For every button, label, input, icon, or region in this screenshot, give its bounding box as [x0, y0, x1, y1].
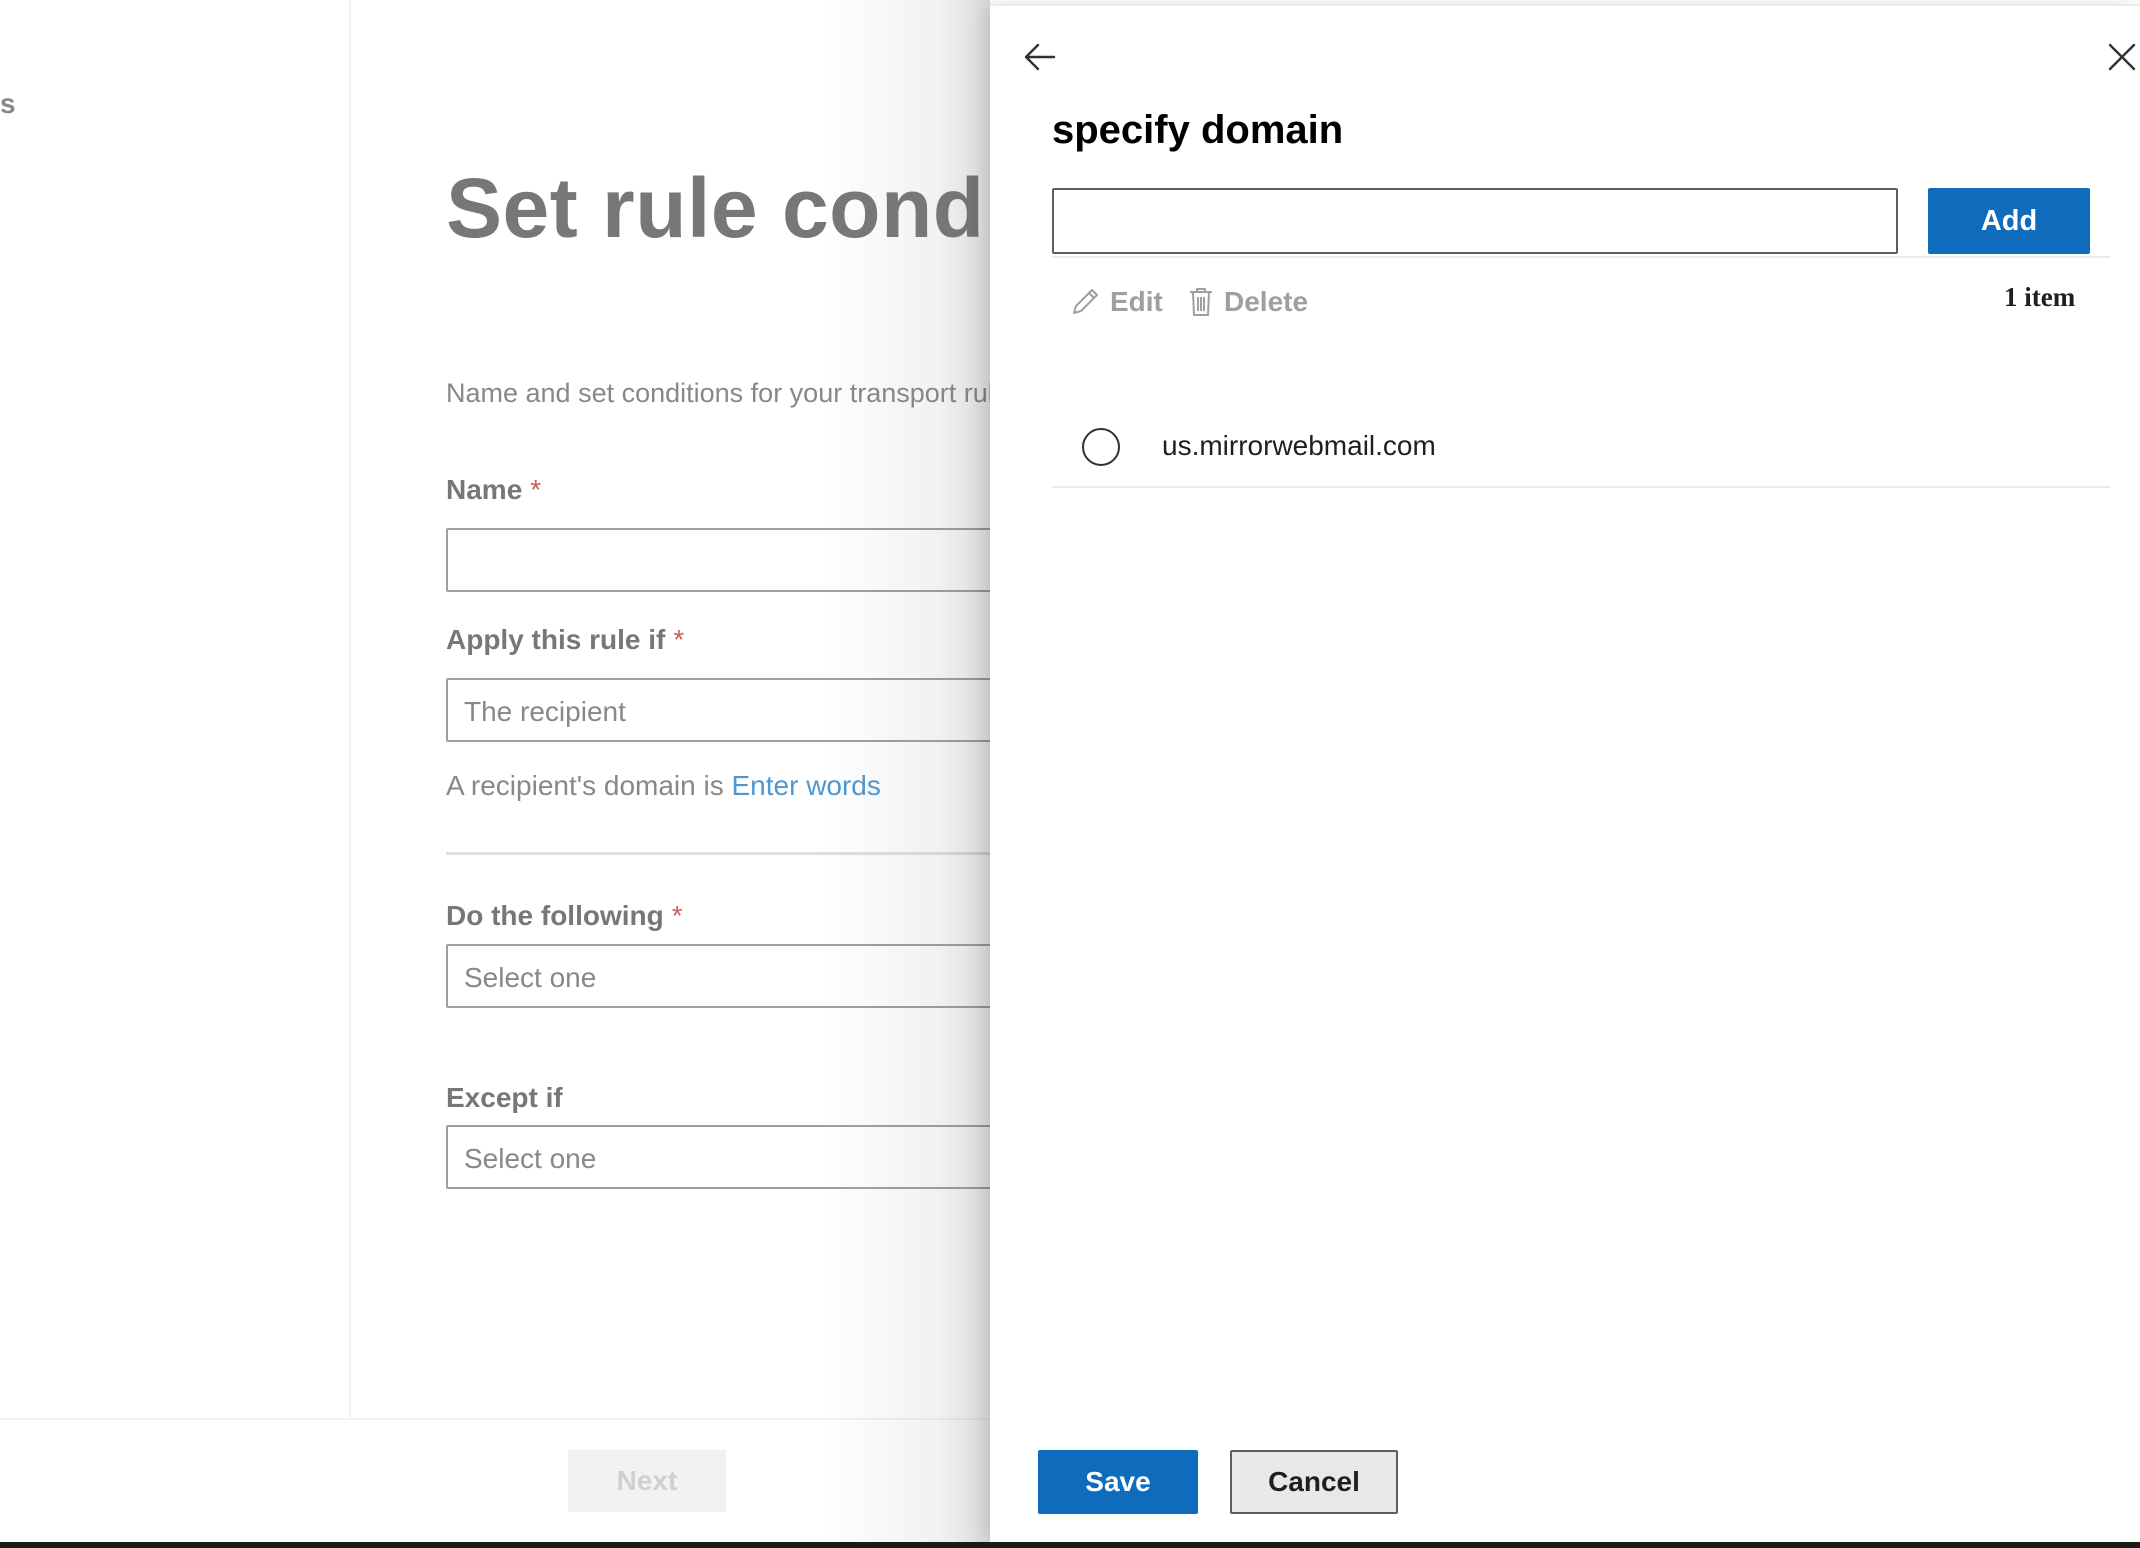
- exception-value: Select one: [464, 1143, 597, 1174]
- domain-label: us.mirrorwebmail.com: [1162, 430, 1436, 461]
- specify-domain-panel: specify domain Add Edit Delete 1 item us…: [990, 4, 2140, 1542]
- required-marker: *: [530, 474, 542, 505]
- do-label: Do the following *: [446, 900, 683, 932]
- edit-button[interactable]: Edit: [1068, 282, 1163, 322]
- delete-label: Delete: [1224, 286, 1309, 317]
- item-count: 1 item: [2004, 282, 2076, 312]
- app-root: s Set rule conditions Name and set condi…: [0, 0, 2140, 1548]
- toolbar-divider: [1052, 256, 2110, 258]
- next-button[interactable]: Next: [568, 1450, 726, 1512]
- page-description: Name and set conditions for your transpo…: [446, 378, 1017, 408]
- delete-button[interactable]: Delete: [1186, 282, 1308, 322]
- nav-stub-text: s: [0, 88, 16, 119]
- apply-condition-select[interactable]: The recipient: [446, 678, 1018, 742]
- cancel-button[interactable]: Cancel: [1230, 1450, 1398, 1514]
- action-select[interactable]: Select one: [446, 944, 1018, 1008]
- trash-icon: [1190, 288, 1212, 316]
- list-item[interactable]: us.mirrorwebmail.com: [1052, 410, 2110, 488]
- edit-label: Edit: [1110, 286, 1163, 317]
- row-radio[interactable]: [1082, 428, 1120, 466]
- condition-summary: A recipient's domain is Enter words: [446, 770, 881, 802]
- apply-label: Apply this rule if *: [446, 624, 684, 656]
- name-label: Name *: [446, 474, 541, 506]
- condition-prefix: A recipient's domain is: [446, 770, 724, 801]
- domain-input[interactable]: [1052, 188, 1898, 254]
- nav-divider: [349, 0, 351, 1418]
- do-label-text: Do the following: [446, 900, 664, 931]
- required-marker: *: [671, 900, 683, 931]
- apply-label-text: Apply this rule if: [446, 624, 666, 655]
- pencil-icon: [1073, 289, 1098, 314]
- arrow-left-icon: [1024, 43, 1056, 70]
- add-button[interactable]: Add: [1928, 188, 2090, 254]
- panel-title: specify domain: [1052, 108, 1344, 152]
- exception-select[interactable]: Select one: [446, 1125, 1018, 1189]
- close-button[interactable]: [2102, 36, 2140, 80]
- enter-words-link[interactable]: Enter words: [731, 770, 880, 801]
- except-label-text: Except if: [446, 1082, 563, 1113]
- action-value: Select one: [464, 962, 597, 993]
- except-label: Except if: [446, 1082, 563, 1114]
- save-button[interactable]: Save: [1038, 1450, 1198, 1514]
- window-bottom-edge: [0, 1542, 2140, 1548]
- name-input[interactable]: [446, 528, 1006, 592]
- apply-condition-value: The recipient: [464, 696, 626, 727]
- back-button[interactable]: [1018, 36, 1062, 80]
- required-marker: *: [673, 624, 685, 655]
- name-label-text: Name: [446, 474, 523, 505]
- close-icon: [2108, 43, 2136, 70]
- section-divider: [446, 852, 1006, 855]
